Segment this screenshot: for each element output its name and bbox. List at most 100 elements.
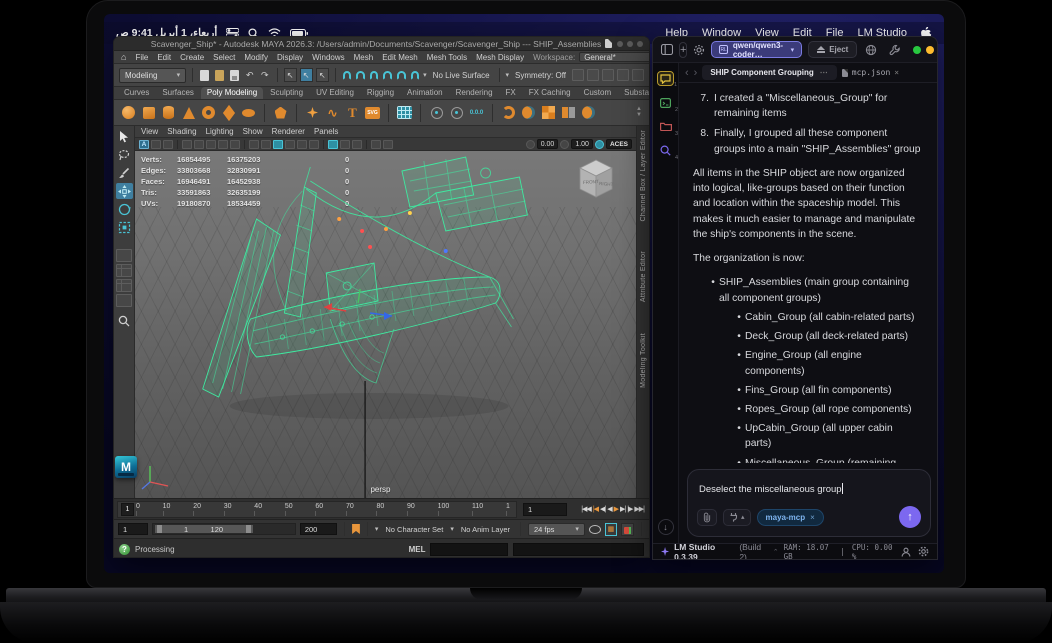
redo-icon[interactable]: ↷ (259, 68, 271, 82)
boolean-icon[interactable] (521, 105, 536, 120)
svg-tool-icon[interactable]: SVG (365, 105, 380, 120)
combine-icon[interactable] (581, 105, 596, 120)
app-version[interactable]: LM Studio 0.3.39 (674, 542, 734, 561)
poly-cube-icon[interactable] (141, 105, 156, 120)
chat-settings-gear-icon[interactable] (693, 42, 705, 58)
shelf-tab[interactable]: Substance (618, 87, 649, 99)
viewport-menu-item[interactable]: View (141, 127, 158, 136)
active-chat-tab[interactable]: SHIP Component Grouping⋯ (702, 65, 836, 80)
shaded-mode-icon[interactable] (261, 140, 271, 149)
timeline-ruler[interactable]: 1 01020304050607080901001101 (117, 501, 517, 518)
maya-app-icon[interactable]: M (115, 456, 137, 478)
color-management-icon[interactable] (595, 140, 604, 149)
poly-disc-icon[interactable] (241, 105, 256, 120)
xray-toggle-icon[interactable] (328, 140, 338, 149)
maya-menu-item[interactable]: Edit Mesh (382, 53, 418, 62)
viewport-menu-item[interactable]: Panels (314, 127, 338, 136)
home-icon[interactable]: ⌂ (121, 52, 126, 62)
field-chart-icon[interactable] (352, 140, 362, 149)
viewport-canvas[interactable]: Verts:16854495163752030 Edges:3380366832… (135, 151, 636, 498)
shelf-tab[interactable]: FX (500, 87, 522, 99)
downloads-icon[interactable]: ↓ (658, 519, 674, 535)
poly-cone-icon[interactable] (181, 105, 196, 120)
chat-nav-icon[interactable]: 1 (657, 71, 674, 86)
remesh-grid-icon[interactable] (397, 105, 412, 120)
playback-button[interactable]: ▶| (620, 505, 625, 513)
symmetry-label[interactable]: Symmetry: Off (515, 71, 566, 80)
maya-titlebar[interactable]: Scavenger_Ship* - Autodesk MAYA 2026.3: … (114, 37, 649, 51)
origin-coords-icon[interactable]: 0.0.0 (469, 105, 484, 120)
make-live-icon[interactable] (411, 71, 420, 80)
shelf-scroll-arrows[interactable]: ▲▼ (636, 107, 642, 118)
select-tool-icon[interactable] (116, 129, 133, 145)
sidebar-vertical-tab[interactable]: Attribute Editor (640, 251, 647, 302)
mcp-json-tab[interactable]: mcp.json × (842, 68, 899, 77)
send-button[interactable]: ↑ (899, 506, 921, 528)
shelf-tab[interactable]: Rigging (361, 87, 400, 99)
exposure-field[interactable]: 0.00 (537, 139, 559, 149)
mel-command-input[interactable] (430, 543, 508, 556)
shelf-tab[interactable]: Custom (578, 87, 618, 99)
remove-mcp-icon[interactable]: × (810, 513, 815, 522)
paint-select-tool-icon[interactable] (116, 165, 133, 181)
maya-menu-item[interactable]: Select (213, 53, 235, 62)
anim-layer-selector[interactable]: No Anim Layer (461, 525, 510, 534)
sidebar-vertical-tab[interactable]: Modeling Toolkit (640, 333, 647, 388)
command-feedback-field[interactable] (513, 543, 644, 556)
curve-tool-icon[interactable]: ∿ (325, 105, 340, 120)
poly-torus-icon[interactable] (201, 105, 216, 120)
lasso-tool-icon[interactable] (116, 147, 133, 163)
tab-more-icon[interactable]: ⋯ (820, 68, 829, 77)
snap-to-curve-icon[interactable] (356, 71, 365, 80)
modeling-toolkit-toggle-icon[interactable] (572, 69, 584, 81)
lmstudio-titlebar[interactable]: + RL qwen/qwen3-coder… ▾ Eject (653, 37, 937, 63)
snap-to-grid-icon[interactable] (343, 71, 352, 80)
new-chat-button[interactable]: + (679, 42, 687, 58)
wireframe-mode-icon[interactable] (249, 140, 259, 149)
bookmark-icon[interactable] (218, 140, 228, 149)
integrations-plug-button[interactable]: ▴ (723, 509, 751, 526)
playback-range-track[interactable]: 1120 (152, 523, 296, 535)
scale-tool-icon[interactable] (116, 219, 133, 235)
single-pane-layout-button[interactable] (116, 249, 132, 262)
move-tool-icon[interactable] (116, 183, 133, 199)
outliner-layout-button[interactable] (116, 294, 132, 307)
rotate-tool-icon[interactable] (116, 201, 133, 217)
playback-button[interactable]: |◀◀ (581, 505, 591, 513)
poly-cylinder-icon[interactable] (161, 105, 176, 120)
undo-icon[interactable]: ↶ (244, 68, 256, 82)
joint-tool-icon[interactable] (429, 105, 444, 120)
channel-box-toggle-icon[interactable] (632, 69, 644, 81)
open-scene-icon[interactable] (214, 68, 226, 82)
tool-settings-toggle-icon[interactable] (617, 69, 629, 81)
settings-gear-icon[interactable] (918, 546, 929, 557)
multi-cut-icon[interactable] (541, 105, 556, 120)
ik-handle-icon[interactable] (449, 105, 464, 120)
nav-forward-chevron[interactable]: › (694, 68, 698, 78)
window-traffic-lights[interactable] (913, 46, 938, 54)
my-models-nav-icon[interactable]: 3 (657, 119, 674, 134)
playback-button[interactable]: |▶ (627, 505, 632, 513)
humanik-toggle-icon[interactable] (587, 69, 599, 81)
maya-menu-item[interactable]: Create (180, 53, 204, 62)
attribute-editor-toggle-icon[interactable] (602, 69, 614, 81)
mel-label[interactable]: MEL (409, 545, 426, 554)
viewport-menu-item[interactable]: Lighting (206, 127, 234, 136)
user-account-icon[interactable] (901, 547, 911, 557)
select-by-object-icon[interactable]: ↖ (300, 68, 313, 82)
remote-globe-icon[interactable] (863, 42, 879, 58)
isolate-select-icon[interactable] (340, 140, 350, 149)
screen-space-ao-icon[interactable] (309, 140, 319, 149)
poly-plane-icon[interactable] (221, 105, 236, 120)
menu-set-dropdown[interactable]: Modeling▾ (119, 68, 186, 83)
textured-mode-icon[interactable] (273, 140, 283, 149)
type-tool-icon[interactable]: T (345, 105, 360, 120)
gamma-field[interactable]: 1.00 (571, 139, 593, 149)
snap-to-point-icon[interactable] (370, 71, 379, 80)
maya-window-controls[interactable] (617, 41, 643, 47)
maya-menu-item[interactable]: Windows (312, 53, 344, 62)
viewport-renderer-icon[interactable]: A (139, 140, 149, 149)
colorspace-badge[interactable]: ACES (606, 139, 632, 149)
maya-menu-item[interactable]: File (135, 53, 148, 62)
shelf-tab[interactable]: Rendering (450, 87, 499, 99)
